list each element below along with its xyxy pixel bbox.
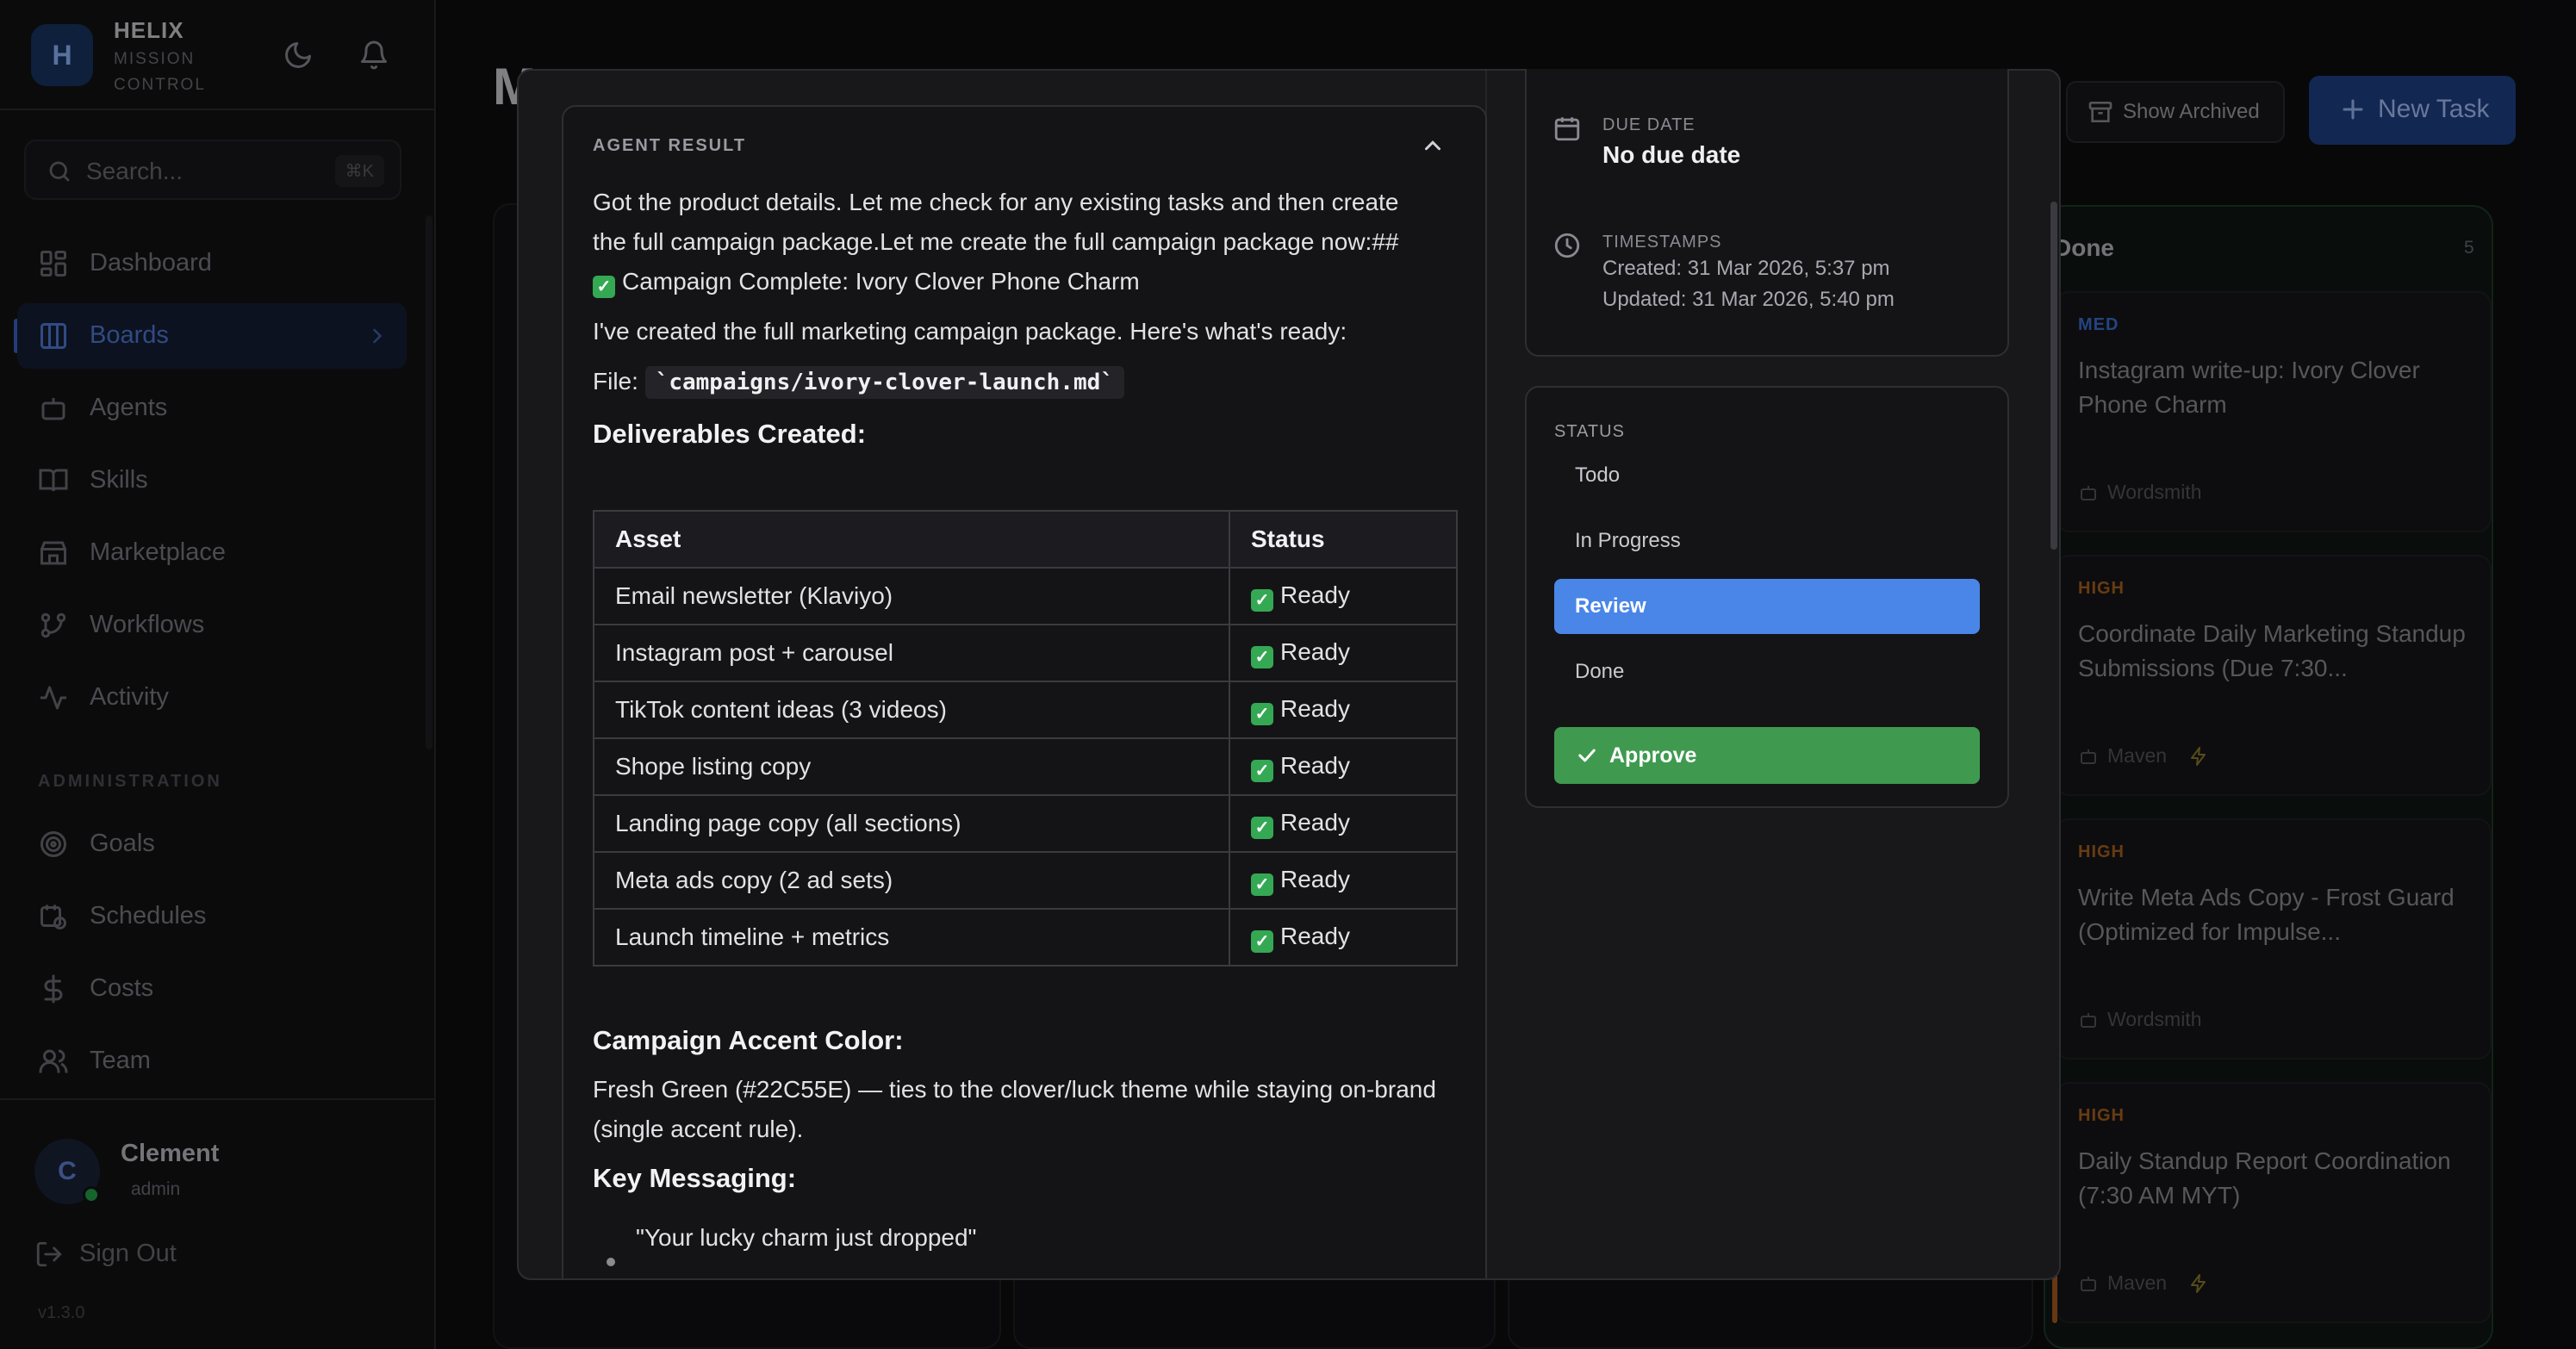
check-icon: ✓ (1251, 759, 1273, 782)
status-cell: ✓ Ready (1229, 681, 1458, 739)
check-icon: ✓ (1251, 588, 1273, 612)
asset-cell: Instagram post + carousel (593, 624, 1230, 682)
status-text: Ready (1280, 808, 1350, 836)
table-row: Shope listing copy ✓ Ready (593, 737, 1458, 796)
status-option-todo[interactable]: Todo (1554, 448, 1980, 503)
check-icon: ✓ (1251, 816, 1273, 839)
table-row: Email newsletter (Klaviyo) ✓ Ready (593, 567, 1458, 625)
result-intro: Got the product details. Let me check fo… (593, 189, 1399, 255)
bullet-marker (607, 1258, 615, 1266)
status-card: STATUS Todo In Progress Review Done Appr… (1525, 386, 2009, 808)
status-cell: ✓ Ready (1229, 624, 1458, 682)
check-icon: ✓ (593, 276, 615, 298)
table-row: Meta ads copy (2 ad sets) ✓ Ready (593, 851, 1458, 910)
check-icon: ✓ (1251, 929, 1273, 953)
accent-color-heading: Campaign Accent Color: (593, 1025, 904, 1055)
status-text: Ready (1280, 581, 1350, 608)
status-text: Ready (1280, 865, 1350, 892)
status-option-label: Review (1575, 594, 1646, 618)
table-header-row: Asset Status (593, 510, 1458, 569)
asset-cell: Meta ads copy (2 ad sets) (593, 851, 1230, 910)
asset-cell: Shope listing copy (593, 737, 1230, 796)
status-option-label: Todo (1575, 463, 1621, 487)
file-label: File: (593, 368, 638, 395)
table-row: Launch timeline + metrics ✓ Ready (593, 908, 1458, 967)
result-summary: I've created the full marketing campaign… (593, 318, 1347, 345)
modal-scrollbar[interactable] (2050, 202, 2057, 550)
asset-cell: Launch timeline + metrics (593, 908, 1230, 967)
column-header-asset: Asset (593, 510, 1230, 569)
status-option-review[interactable]: Review (1554, 579, 1980, 634)
deliverables-heading: Deliverables Created: (593, 419, 867, 449)
status-option-label: In Progress (1575, 529, 1681, 552)
file-path: `campaigns/ivory-clover-launch.md` (644, 366, 1124, 399)
asset-cell: Landing page copy (all sections) (593, 794, 1230, 853)
status-text: Ready (1280, 922, 1350, 949)
accent-color-text: Fresh Green (#22C55E) — ties to the clov… (593, 1076, 1436, 1142)
status-cell: ✓ Ready (1229, 851, 1458, 910)
status-text: Ready (1280, 637, 1350, 665)
table-row: TikTok content ideas (3 videos) ✓ Ready (593, 681, 1458, 739)
status-text: Ready (1280, 751, 1350, 779)
approve-button[interactable]: Approve (1554, 727, 1980, 784)
status-option-in-progress[interactable]: In Progress (1554, 513, 1980, 569)
table-row: Landing page copy (all sections) ✓ Ready (593, 794, 1458, 853)
messaging-item: "Your lucky charm just dropped" (636, 1224, 977, 1251)
chevron-up-icon[interactable] (1420, 133, 1446, 159)
result-text: Got the product details. Let me check fo… (593, 183, 1437, 302)
asset-cell: TikTok content ideas (3 videos) (593, 681, 1230, 739)
check-icon: ✓ (1251, 873, 1273, 896)
approve-label: Approve (1609, 743, 1697, 768)
agent-result-panel: AGENT RESULT Got the product details. Le… (562, 105, 1487, 1278)
campaign-complete-line: Campaign Complete: Ivory Clover Phone Ch… (622, 268, 1140, 295)
asset-cell: Email newsletter (Klaviyo) (593, 567, 1230, 625)
result-file-line: File: `campaigns/ivory-clover-launch.md` (593, 362, 1437, 402)
status-cell: ✓ Ready (1229, 567, 1458, 625)
check-icon (1575, 743, 1599, 768)
status-cell: ✓ Ready (1229, 794, 1458, 853)
status-option-done[interactable]: Done (1554, 644, 1980, 699)
check-icon: ✓ (1251, 645, 1273, 668)
column-header-status: Status (1229, 510, 1458, 569)
modal-content-pane: AGENT RESULT Got the product details. Le… (519, 71, 1487, 1278)
deliverables-table: Asset Status Email newsletter (Klaviyo) … (593, 510, 1458, 967)
status-cell: ✓ Ready (1229, 908, 1458, 967)
agent-result-label: AGENT RESULT (593, 136, 747, 155)
status-option-label: Done (1575, 660, 1625, 683)
key-messaging-heading: Key Messaging: (593, 1163, 797, 1193)
status-text: Ready (1280, 694, 1350, 722)
check-icon: ✓ (1251, 702, 1273, 725)
status-cell: ✓ Ready (1229, 737, 1458, 796)
table-row: Instagram post + carousel ✓ Ready (593, 624, 1458, 682)
